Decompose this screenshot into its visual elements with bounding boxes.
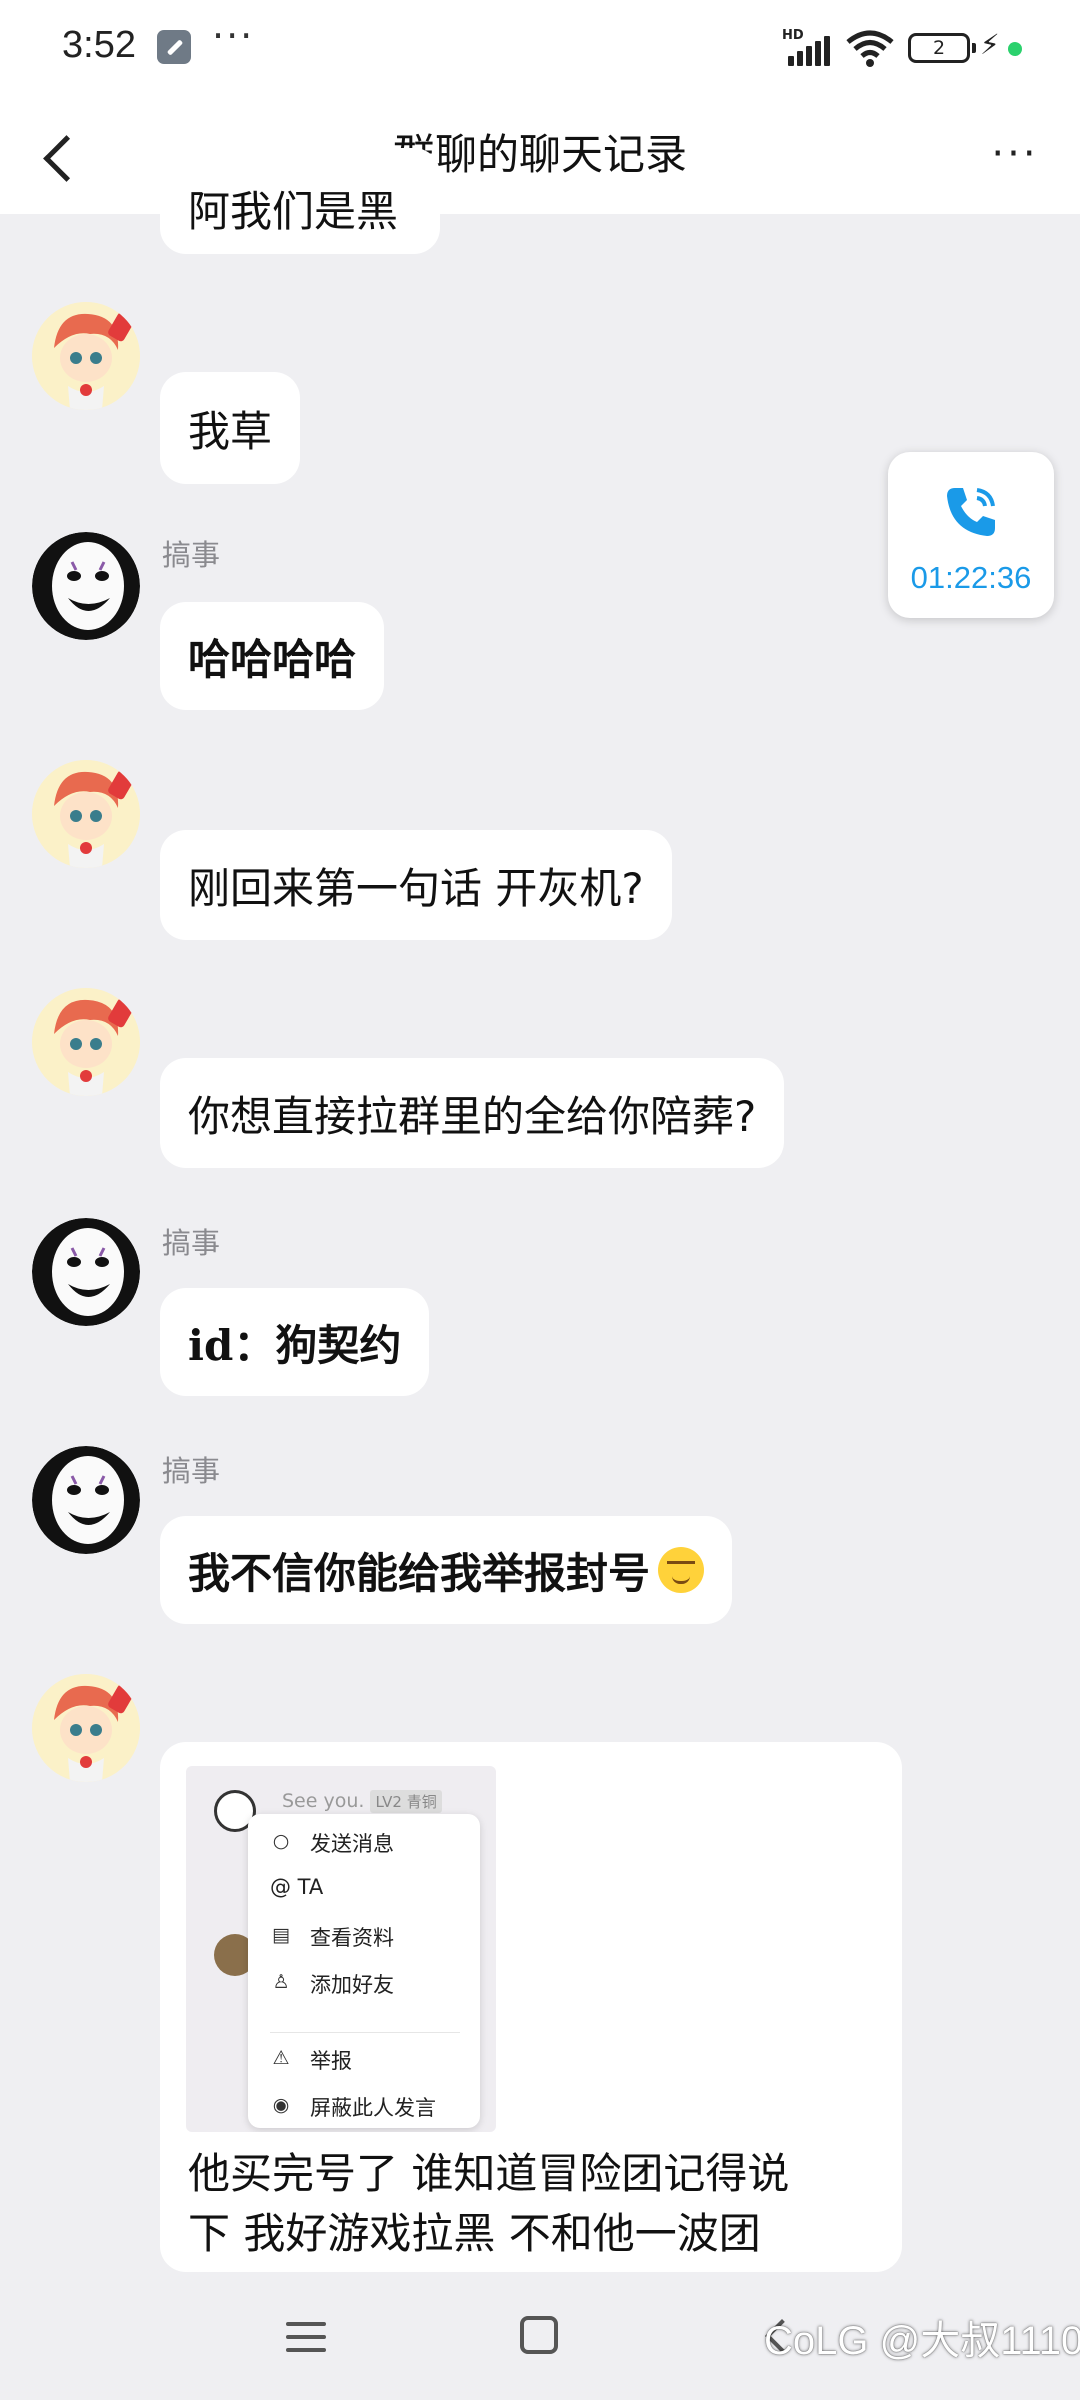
signal-icon [784, 36, 834, 66]
smirk-emoji-icon [658, 1547, 705, 1593]
avatar[interactable] [32, 532, 140, 640]
status-bar: 3:52 ··· HD 2 ⚡ [0, 0, 1080, 96]
call-floating-window[interactable]: 01:22:36 [888, 452, 1054, 618]
message-text: 你想直接拉群里的全给你陪葬? [188, 1091, 757, 1141]
avatar[interactable] [32, 988, 140, 1096]
message-bubble[interactable]: 我不信你能给我举报封号 [160, 1516, 733, 1624]
phone-icon [947, 488, 995, 536]
recent-apps-button[interactable] [286, 2320, 326, 2354]
anime-avatar-icon [32, 988, 140, 1096]
message-bubble[interactable]: 刚回来第一句话 开灰机? [160, 830, 672, 940]
embedded-screenshot[interactable]: See you. LV2 青铜 ○ 发送消息 @ TA ▤ 查看资料 ♙ 添加好友… [186, 1766, 496, 2132]
no-face-avatar-icon [32, 1446, 140, 1554]
no-face-avatar-icon [32, 532, 140, 640]
anime-avatar-icon [32, 1674, 140, 1782]
avatar[interactable] [32, 1218, 140, 1326]
privacy-dot [1008, 42, 1022, 56]
watermark: CoLG @大叔1110 [764, 2319, 1080, 2363]
no-face-avatar-icon [32, 1218, 140, 1326]
menu-item-report: 举报 [310, 2049, 352, 2073]
avatar[interactable] [32, 1446, 140, 1554]
menu-item-block: 屏蔽此人发言 [310, 2096, 436, 2120]
sender-name: 搞事 [162, 1454, 221, 1488]
message-bubble[interactable]: 我草 [160, 372, 301, 484]
more-options-button[interactable]: ··· [980, 132, 1050, 176]
status-time: 3:52 [62, 24, 136, 66]
message-text: 我不信你能给我举报封号 [188, 1548, 651, 1598]
menu-divider [270, 2032, 460, 2033]
add-user-icon: ♙ [272, 1971, 290, 1993]
avatar[interactable] [32, 760, 140, 868]
message-text: id：狗契约 [188, 1320, 402, 1370]
document-icon: ▤ [272, 1924, 290, 1946]
call-duration: 01:22:36 [910, 560, 1032, 595]
message-bubble-partial[interactable]: 阿我们是黑 [160, 148, 440, 254]
charging-icon: ⚡ [980, 28, 1000, 61]
eye-icon: ◉ [272, 2094, 290, 2116]
screenshot-user-name: See you. LV2 青铜 [282, 1790, 442, 1813]
avatar[interactable] [32, 302, 140, 410]
message-text: 我草 [188, 406, 273, 456]
anime-avatar-icon [32, 760, 140, 868]
image-message-bubble[interactable]: See you. LV2 青铜 ○ 发送消息 @ TA ▤ 查看资料 ♙ 添加好友… [160, 1742, 902, 2272]
menu-item-send-message: 发送消息 [310, 1832, 394, 1856]
message-bubble[interactable]: 你想直接拉群里的全给你陪葬? [160, 1058, 785, 1168]
wrench-icon [157, 30, 191, 64]
sender-name: 搞事 [162, 1226, 221, 1260]
avatar[interactable] [32, 1674, 140, 1782]
message-bubble[interactable]: 哈哈哈哈 [160, 602, 385, 710]
menu-item-add-friend: 添加好友 [310, 1973, 394, 1997]
sender-name: 搞事 [162, 538, 221, 572]
warning-icon: ⚠ [272, 2047, 290, 2069]
message-bubble[interactable]: id：狗契约 [160, 1288, 430, 1396]
wifi-icon [846, 30, 894, 67]
context-menu: ○ 发送消息 @ TA ▤ 查看资料 ♙ 添加好友 ⚠ 举报 ◉ 屏蔽此人发言 [248, 1814, 480, 2128]
message-text: 哈哈哈哈 [188, 634, 357, 684]
level-badge: LV2 青铜 [370, 1790, 442, 1813]
status-more-icon: ··· [212, 14, 255, 58]
battery-icon: 2 [908, 33, 976, 63]
menu-item-view-profile: 查看资料 [310, 1926, 394, 1950]
chat-bubble-icon: ○ [272, 1830, 290, 1852]
message-text: 刚回来第一句话 开灰机? [188, 863, 644, 913]
anime-avatar-icon [32, 302, 140, 410]
message-text: 下 我好游戏拉黑 不和他一波团 [188, 2209, 761, 2258]
menu-item-mention: @ TA [270, 1875, 324, 1899]
message-text: 阿我们是黑 [188, 187, 399, 236]
home-button[interactable] [520, 2316, 558, 2354]
message-text: 他买完号了 谁知道冒险团记得说 [188, 2149, 790, 2198]
